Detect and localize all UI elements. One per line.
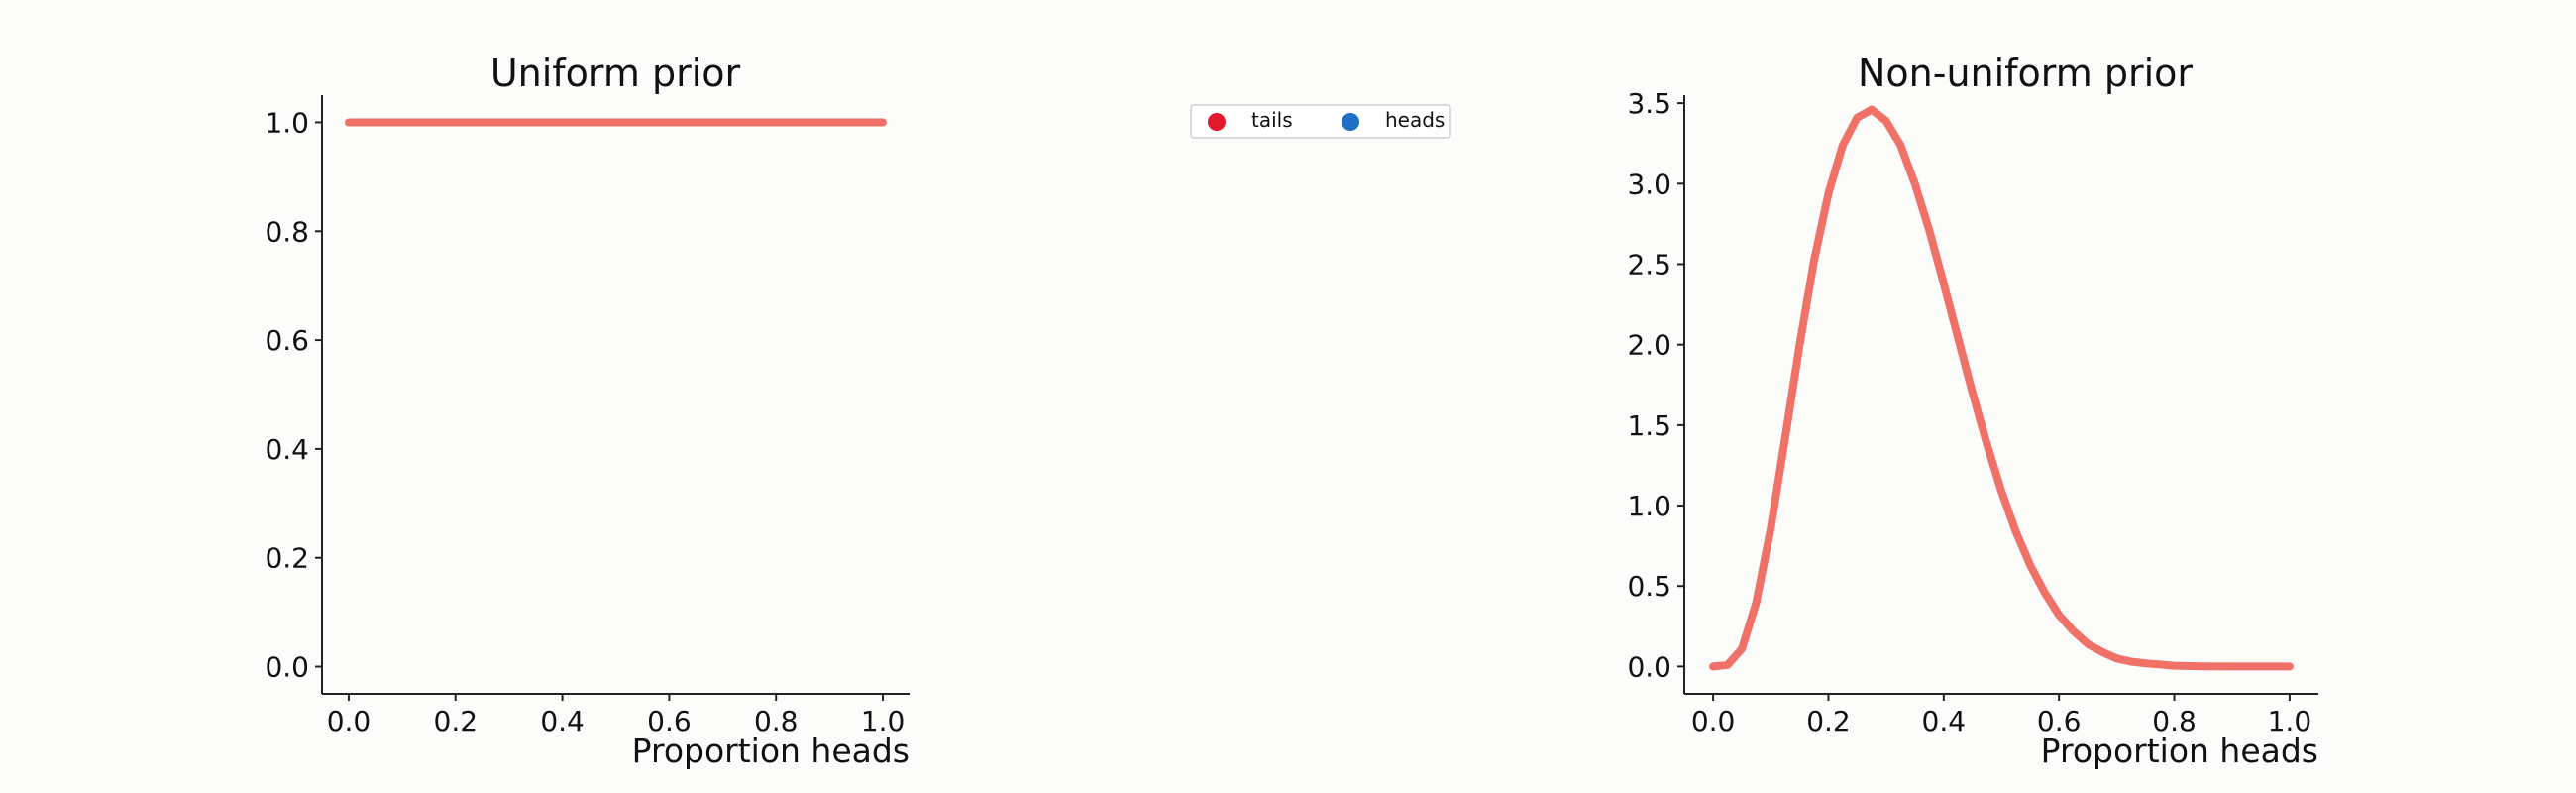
data-point [1911, 179, 1919, 187]
data-point [1997, 487, 2005, 495]
data-point [772, 118, 780, 126]
data-point [825, 118, 833, 126]
legend-label-heads: heads [1385, 108, 1445, 132]
data-point [718, 118, 726, 126]
x-tick-label: 0.2 [1806, 705, 1851, 737]
tick-group: 0.0 0.2 0.4 0.6 0.8 1.00.00.20.40.60.81.0 [265, 106, 905, 737]
data-point [559, 118, 567, 126]
data-point [2084, 640, 2092, 648]
data-point [2070, 627, 2078, 635]
y-tick-label: 0.0 [1627, 650, 1671, 683]
y-tick-label: 1.5 [1627, 409, 1671, 442]
y-tick-label: 0.6 [265, 324, 309, 357]
data-point [2012, 527, 2020, 535]
legend-marker-heads [1342, 113, 1359, 131]
data-point [1753, 598, 1761, 606]
y-tick-label: 0.8 [265, 215, 309, 248]
data-point [665, 118, 673, 126]
chart-title: Uniform prior [490, 52, 741, 95]
y-tick-label: 0.2 [265, 542, 309, 575]
data-point [2141, 659, 2149, 667]
data-point [1709, 662, 1717, 670]
series-line [1709, 105, 2294, 671]
data-point [1868, 106, 1876, 114]
data-point [2098, 648, 2106, 656]
data-point [345, 118, 353, 126]
data-point [1983, 440, 1990, 448]
legend-marker-tails [1208, 113, 1226, 131]
data-point [2228, 662, 2236, 670]
data-point [1854, 114, 1862, 122]
data-point [1781, 434, 1789, 442]
data-point [1824, 189, 1832, 197]
data-point [2127, 658, 2135, 666]
x-axis-label: Proportion heads [2041, 732, 2318, 770]
data-point [1810, 257, 1818, 265]
data-point [1882, 117, 1890, 125]
y-tick-label: 3.5 [1627, 87, 1671, 120]
data-point [1925, 226, 1933, 234]
legend: tails heads [1190, 104, 1451, 139]
y-tick-label: 0.4 [265, 433, 309, 466]
uniform-prior-chart: Uniform prior 0.0 0.2 0.4 0.6 0.8 1.0 0.0 0.2 0.… [265, 52, 910, 770]
chart-title: Non-uniform prior [1858, 52, 2193, 95]
data-point [2041, 589, 2049, 597]
data-point [452, 118, 460, 126]
data-point [612, 118, 619, 126]
series-group [345, 118, 887, 127]
legend-label-tails: tails [1251, 108, 1293, 132]
x-tick-label: 0.4 [1922, 705, 1967, 737]
y-tick-label: 2.5 [1627, 248, 1671, 281]
data-point [505, 118, 513, 126]
x-tick-label: 0.2 [434, 705, 479, 737]
data-point [2171, 662, 2179, 670]
y-tick-label: 2.0 [1627, 329, 1671, 362]
figure: Uniform prior 0.0 0.2 0.4 0.6 0.8 1.0 0.0 0.2 0.… [265, 52, 2318, 770]
data-point [1969, 389, 1977, 396]
data-point [1767, 524, 1774, 532]
data-point [2112, 654, 2120, 662]
x-axis-label: Proportion heads [632, 732, 910, 770]
data-point [398, 118, 406, 126]
data-point [1896, 141, 1904, 149]
y-tick-label: 3.0 [1627, 168, 1671, 200]
y-tick-label: 0.5 [1627, 570, 1671, 603]
y-tick-label: 1.0 [1627, 490, 1671, 522]
data-point [2026, 561, 2034, 569]
data-point [1839, 141, 1847, 149]
data-point [1954, 334, 1962, 342]
x-tick-label: 0.0 [1691, 705, 1736, 737]
data-point [1940, 280, 1948, 287]
data-point [879, 118, 887, 126]
data-point [2257, 662, 2265, 670]
y-tick-label: 1.0 [265, 106, 309, 139]
data-point [1724, 661, 1732, 669]
data-point [1795, 341, 1803, 349]
data-point [1738, 645, 1746, 653]
x-tick-label: 0.0 [327, 705, 372, 737]
tick-group: 0.0 0.2 0.4 0.6 0.8 1.00.00.51.01.52.02.53.03… [1627, 87, 2311, 737]
non-uniform-prior-chart: Non-uniform prior 0.0 0.2 0.4 0.6 0.8 1.00.00… [1627, 52, 2318, 770]
data-point [2055, 611, 2063, 619]
y-tick-label: 0.0 [265, 651, 309, 684]
data-point [2286, 662, 2294, 670]
series-group [1709, 105, 2294, 671]
data-point [2200, 662, 2207, 670]
x-tick-label: 0.4 [540, 705, 585, 737]
